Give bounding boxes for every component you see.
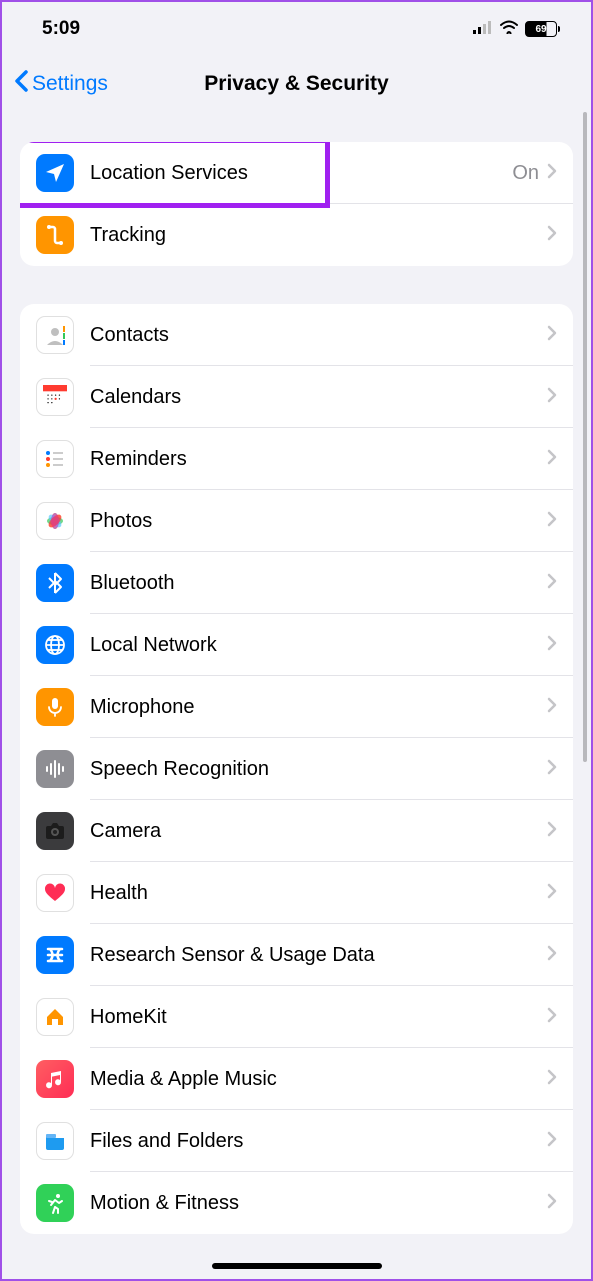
chevron-right-icon xyxy=(547,163,557,184)
status-time: 5:09 xyxy=(42,18,80,40)
row-label: Health xyxy=(90,882,547,905)
row-bluetooth[interactable]: Bluetooth xyxy=(20,552,573,614)
camera-icon xyxy=(36,812,74,850)
status-icons: 69 xyxy=(473,18,557,40)
scrollbar[interactable] xyxy=(583,112,587,762)
back-label: Settings xyxy=(32,72,108,96)
chevron-right-icon xyxy=(547,511,557,532)
row-reminders[interactable]: Reminders xyxy=(20,428,573,490)
contacts-icon xyxy=(36,316,74,354)
status-bar: 5:09 69 xyxy=(2,2,591,56)
row-label: HomeKit xyxy=(90,1006,547,1029)
chevron-right-icon xyxy=(547,635,557,656)
row-label: Reminders xyxy=(90,448,547,471)
row-label: Tracking xyxy=(90,224,547,247)
back-button[interactable]: Settings xyxy=(14,70,108,98)
reminders-icon xyxy=(36,440,74,478)
row-photos[interactable]: Photos xyxy=(20,490,573,552)
row-local-network[interactable]: Local Network xyxy=(20,614,573,676)
row-label: Local Network xyxy=(90,634,547,657)
row-label: Microphone xyxy=(90,696,547,719)
chevron-right-icon xyxy=(547,387,557,408)
row-homekit[interactable]: HomeKit xyxy=(20,986,573,1048)
local-network-icon xyxy=(36,626,74,664)
health-icon xyxy=(36,874,74,912)
files-icon xyxy=(36,1122,74,1160)
row-camera[interactable]: Camera xyxy=(20,800,573,862)
chevron-right-icon xyxy=(547,325,557,346)
speech-recognition-icon xyxy=(36,750,74,788)
row-label: Photos xyxy=(90,510,547,533)
row-media-music[interactable]: Media & Apple Music xyxy=(20,1048,573,1110)
tracking-icon xyxy=(36,216,74,254)
row-label: Motion & Fitness xyxy=(90,1192,547,1215)
cellular-icon xyxy=(473,18,493,40)
content: Location Services On Tracking Contacts xyxy=(2,112,591,1234)
chevron-right-icon xyxy=(547,821,557,842)
homekit-icon xyxy=(36,998,74,1036)
row-microphone[interactable]: Microphone xyxy=(20,676,573,738)
settings-group-2: Contacts Calendars Reminders Photos xyxy=(20,304,573,1234)
row-files-folders[interactable]: Files and Folders xyxy=(20,1110,573,1172)
row-contacts[interactable]: Contacts xyxy=(20,304,573,366)
row-label: Calendars xyxy=(90,386,547,409)
microphone-icon xyxy=(36,688,74,726)
nav-header: Settings Privacy & Security xyxy=(2,56,591,112)
location-arrow-icon xyxy=(36,154,74,192)
row-label: Research Sensor & Usage Data xyxy=(90,944,547,967)
music-icon xyxy=(36,1060,74,1098)
row-label: Location Services xyxy=(90,162,512,185)
wifi-icon xyxy=(499,18,519,40)
row-label: Contacts xyxy=(90,324,547,347)
row-location-services[interactable]: Location Services On xyxy=(20,142,573,204)
row-calendars[interactable]: Calendars xyxy=(20,366,573,428)
row-label: Bluetooth xyxy=(90,572,547,595)
calendar-icon xyxy=(36,378,74,416)
battery-icon: 69 xyxy=(525,21,557,37)
chevron-right-icon xyxy=(547,697,557,718)
bluetooth-icon xyxy=(36,564,74,602)
research-icon xyxy=(36,936,74,974)
row-value: On xyxy=(512,162,539,185)
row-research[interactable]: Research Sensor & Usage Data xyxy=(20,924,573,986)
row-label: Media & Apple Music xyxy=(90,1068,547,1091)
row-speech-recognition[interactable]: Speech Recognition xyxy=(20,738,573,800)
chevron-right-icon xyxy=(547,225,557,246)
row-label: Camera xyxy=(90,820,547,843)
chevron-right-icon xyxy=(547,1131,557,1152)
fitness-icon xyxy=(36,1184,74,1222)
chevron-right-icon xyxy=(547,449,557,470)
chevron-right-icon xyxy=(547,573,557,594)
settings-group-1: Location Services On Tracking xyxy=(20,142,573,266)
chevron-right-icon xyxy=(547,759,557,780)
row-label: Files and Folders xyxy=(90,1130,547,1153)
chevron-left-icon xyxy=(14,70,30,98)
row-label: Speech Recognition xyxy=(90,758,547,781)
home-indicator[interactable] xyxy=(212,1263,382,1269)
chevron-right-icon xyxy=(547,945,557,966)
chevron-right-icon xyxy=(547,883,557,904)
row-health[interactable]: Health xyxy=(20,862,573,924)
chevron-right-icon xyxy=(547,1007,557,1028)
photos-icon xyxy=(36,502,74,540)
row-tracking[interactable]: Tracking xyxy=(20,204,573,266)
chevron-right-icon xyxy=(547,1193,557,1214)
chevron-right-icon xyxy=(547,1069,557,1090)
row-motion-fitness[interactable]: Motion & Fitness xyxy=(20,1172,573,1234)
